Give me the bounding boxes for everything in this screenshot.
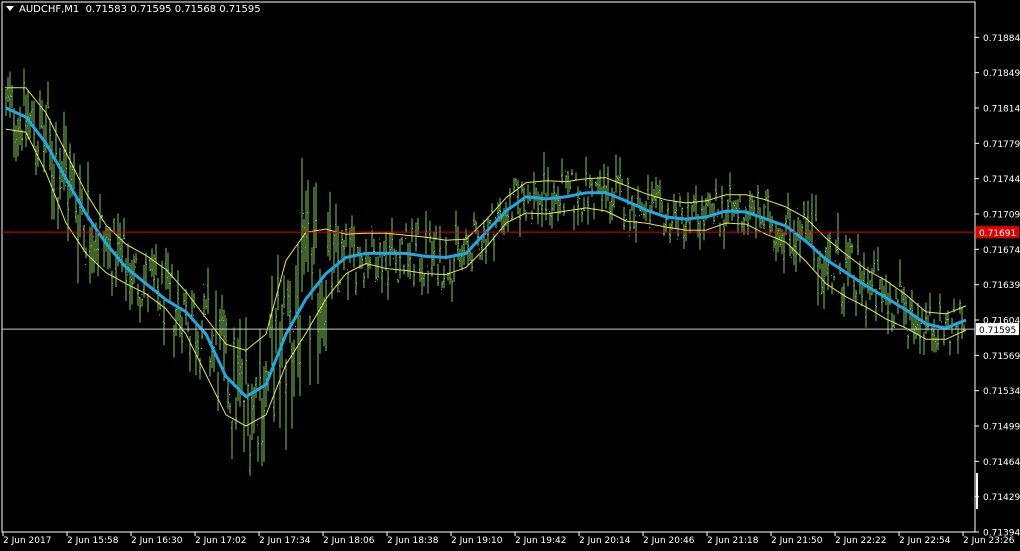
x-tick-label: 2 Jun 19:42 [515,536,566,546]
y-tick-label: 0.71779 [983,140,1020,150]
x-tick-label: 2 Jun 17:02 [195,536,246,546]
y-tick-label: 0.71674 [983,246,1020,256]
plot-frame [1,1,976,533]
x-tick-label: 2 Jun 20:14 [579,536,631,546]
scroll-marker[interactable] [976,473,978,509]
y-tick-label: 0.71604 [983,317,1020,327]
x-tick-label: 2 Jun 22:22 [835,536,886,546]
y-tick-label: 0.71569 [983,352,1020,362]
x-tick-label: 2 Jun 18:38 [387,536,439,546]
y-tick-label: 0.71534 [983,387,1020,397]
x-tick-label: 2 Jun 2017 [3,536,51,546]
x-tick-label: 2 Jun 17:34 [259,536,311,546]
y-tick-label: 0.71429 [983,493,1020,503]
x-tick-label: 2 Jun 20:46 [643,536,695,546]
x-tick-label: 2 Jun 19:10 [451,536,503,546]
level-price-label: 0.71691 [979,229,1016,239]
y-tick-label: 0.71884 [983,34,1020,44]
y-tick-label: 0.71709 [983,211,1020,221]
x-tick-label: 2 Jun 23:26 [963,536,1015,546]
y-tick-label: 0.71639 [983,281,1020,291]
x-tick-label: 2 Jun 18:06 [323,536,375,546]
x-tick-label: 2 Jun 21:50 [771,536,823,546]
x-tick-label: 2 Jun 16:30 [131,536,183,546]
x-tick-label: 2 Jun 22:54 [899,536,951,546]
price-chart[interactable]: 0.71691 0.71595 0.71884 0.71849 0.71814 0.717… [0,0,1020,551]
upper-band-line [6,87,967,351]
y-tick-label: 0.71464 [983,458,1020,468]
x-tick-label: 2 Jun 21:18 [707,536,759,546]
chart-window[interactable]: AUDCHF,M1 0.71583 0.71595 0.71568 0.7159… [0,0,1020,551]
y-tick-label: 0.71814 [983,105,1020,115]
y-tick-label: 0.71849 [983,69,1020,79]
x-tick-label: 2 Jun 15:58 [67,536,119,546]
y-tick-label: 0.71744 [983,175,1020,185]
bid-price-label: 0.71595 [979,326,1016,336]
y-tick-label: 0.71499 [983,423,1020,433]
